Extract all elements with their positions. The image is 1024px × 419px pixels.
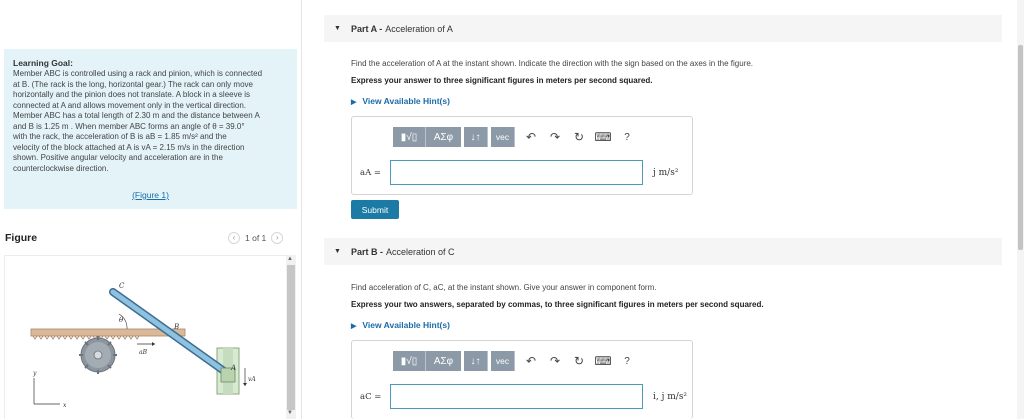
goal-line: and B is 1.25 m . When member ABC forms … bbox=[13, 121, 245, 131]
left-panel: Learning Goal: Member ABC is controlled … bbox=[0, 0, 302, 419]
label-c: C bbox=[119, 282, 125, 290]
part-a-unit: j m/s² bbox=[653, 167, 679, 178]
rack-teeth bbox=[32, 335, 140, 340]
undo-icon[interactable]: ↶ bbox=[519, 351, 543, 371]
part-a-header[interactable]: ▼ Part A - Acceleration of A bbox=[324, 15, 1002, 42]
figure-image: C B A θ aB vA y x bbox=[4, 255, 296, 419]
figure-title: Figure bbox=[5, 232, 38, 244]
prev-figure-button[interactable]: ‹ bbox=[228, 232, 240, 244]
part-b-answer-label: aC = bbox=[360, 391, 382, 402]
scroll-up-icon[interactable]: ▲ bbox=[287, 256, 293, 262]
goal-line: counterclockwise direction. bbox=[13, 163, 109, 173]
next-figure-button[interactable]: › bbox=[271, 232, 284, 244]
part-a-answer-row: aA = j m/s² bbox=[360, 160, 678, 185]
keyboard-icon[interactable]: ⌨ bbox=[591, 351, 615, 371]
templates-button[interactable]: ▮√▯ bbox=[393, 351, 426, 371]
sort-button[interactable]: ↓↑ bbox=[464, 127, 488, 147]
part-b-header[interactable]: ▼ Part B - Acceleration of C bbox=[324, 238, 1002, 265]
questions-panel: ▼ Part A - Acceleration of A Find the ac… bbox=[302, 0, 1024, 419]
page-scroll-thumb[interactable] bbox=[1018, 45, 1023, 250]
help-icon[interactable]: ? bbox=[615, 127, 639, 147]
hint-triangle-icon: ▶ bbox=[351, 323, 357, 330]
math-toolbar: ▮√▯ ΑΣφ ↓↑ vec ↶ ↷ ↻ ⌨ ? bbox=[393, 127, 639, 147]
figure-scroll-thumb[interactable] bbox=[287, 265, 295, 410]
templates-button[interactable]: ▮√▯ bbox=[393, 127, 426, 147]
part-a-submit-button[interactable]: Submit bbox=[351, 200, 399, 219]
vec-button[interactable]: vec bbox=[491, 127, 515, 147]
part-a-question: Find the acceleration of A at the instan… bbox=[351, 59, 754, 68]
sort-button[interactable]: ↓↑ bbox=[464, 351, 488, 371]
toolbar-group-1: ▮√▯ ΑΣφ bbox=[393, 351, 461, 371]
page-scrollbar[interactable] bbox=[1017, 0, 1024, 419]
part-b-title: Acceleration of C bbox=[385, 246, 455, 257]
part-a-title: Acceleration of A bbox=[385, 23, 453, 34]
part-b-hints-link[interactable]: ▶ View Available Hint(s) bbox=[351, 320, 450, 330]
goal-line: connected at A and allows movement only … bbox=[13, 100, 247, 110]
label-ab: aB bbox=[139, 349, 148, 356]
undo-icon[interactable]: ↶ bbox=[519, 127, 543, 147]
goal-line: with the rack, the acceleration of B is … bbox=[13, 132, 227, 141]
part-b-answer-row: aC = i, j m/s² bbox=[360, 384, 687, 409]
goal-line: Member ABC has a total length of 2.30 m … bbox=[13, 111, 260, 120]
toolbar-group-1: ▮√▯ ΑΣφ bbox=[393, 127, 461, 147]
learning-goal-box: Learning Goal: Member ABC is controlled … bbox=[4, 49, 297, 209]
label-a: A bbox=[230, 364, 236, 372]
redo-icon[interactable]: ↷ bbox=[543, 127, 567, 147]
part-b-unit: i, j m/s² bbox=[653, 391, 688, 402]
label-va: vA bbox=[248, 376, 256, 383]
hint-triangle-icon: ▶ bbox=[351, 99, 357, 106]
figure-pager: ‹ 1 of 1 › bbox=[228, 232, 284, 244]
goal-line: Member ABC is controlled using a rack an… bbox=[13, 69, 263, 78]
va-arrowhead bbox=[243, 383, 247, 386]
reset-icon[interactable]: ↻ bbox=[567, 351, 591, 371]
vec-button[interactable]: vec bbox=[491, 351, 515, 371]
goal-line: velocity of the block attached at A is v… bbox=[13, 142, 245, 152]
part-a-hints-link[interactable]: ▶ View Available Hint(s) bbox=[351, 96, 450, 106]
figure-page-count: 1 of 1 bbox=[245, 233, 267, 243]
keyboard-icon[interactable]: ⌨ bbox=[591, 127, 615, 147]
scroll-down-icon[interactable]: ▼ bbox=[287, 410, 293, 416]
help-icon[interactable]: ? bbox=[615, 351, 639, 371]
part-b-instruction: Express your two answers, separated by c… bbox=[351, 300, 764, 309]
part-a-answer-label: aA = bbox=[360, 167, 382, 178]
hints-label: View Available Hint(s) bbox=[362, 96, 450, 106]
collapse-triangle-icon[interactable]: ▼ bbox=[334, 25, 341, 32]
greek-button[interactable]: ΑΣφ bbox=[426, 127, 461, 147]
math-toolbar: ▮√▯ ΑΣφ ↓↑ vec ↶ ↷ ↻ ⌨ ? bbox=[393, 351, 639, 371]
reset-icon[interactable]: ↻ bbox=[567, 127, 591, 147]
mechanism-diagram: C B A θ aB vA y x bbox=[30, 282, 256, 409]
part-b-question: Find acceleration of C, aC, at the insta… bbox=[351, 283, 657, 292]
label-x: x bbox=[63, 402, 67, 409]
figure-link[interactable]: (Figure 1) bbox=[4, 190, 297, 200]
part-b-answer-input[interactable] bbox=[390, 384, 643, 409]
goal-line: at B. (The rack is the long, horizontal … bbox=[13, 79, 253, 89]
part-b-label: Part B - bbox=[350, 246, 383, 257]
part-b-answer-box: ▮√▯ ΑΣφ ↓↑ vec ↶ ↷ ↻ ⌨ ? aC = i, j m/s² bbox=[351, 340, 693, 419]
hints-label: View Available Hint(s) bbox=[362, 320, 450, 330]
goal-line: horizontally and the pinion does not tra… bbox=[13, 90, 251, 99]
greek-button[interactable]: ΑΣφ bbox=[426, 351, 461, 371]
collapse-triangle-icon[interactable]: ▼ bbox=[334, 248, 341, 255]
redo-icon[interactable]: ↷ bbox=[543, 351, 567, 371]
ab-arrowhead bbox=[152, 342, 155, 346]
label-b: B bbox=[173, 323, 179, 331]
goal-line: shown. Positive angular velocity and acc… bbox=[13, 153, 223, 162]
part-a-label: Part A - bbox=[350, 23, 383, 34]
part-a-answer-input[interactable] bbox=[390, 160, 643, 185]
learning-goal-title: Learning Goal: bbox=[13, 58, 73, 68]
part-a-instruction: Express your answer to three significant… bbox=[351, 76, 653, 85]
label-y: y bbox=[32, 370, 37, 377]
part-a-answer-box: ▮√▯ ΑΣφ ↓↑ vec ↶ ↷ ↻ ⌨ ? aA = j m/s² bbox=[351, 116, 693, 195]
app-root: Learning Goal: Member ABC is controlled … bbox=[0, 0, 1024, 419]
learning-goal-text: Member ABC is controlled using a rack an… bbox=[13, 69, 288, 174]
figure-scrollbar[interactable]: ▲ ▼ bbox=[286, 255, 296, 419]
